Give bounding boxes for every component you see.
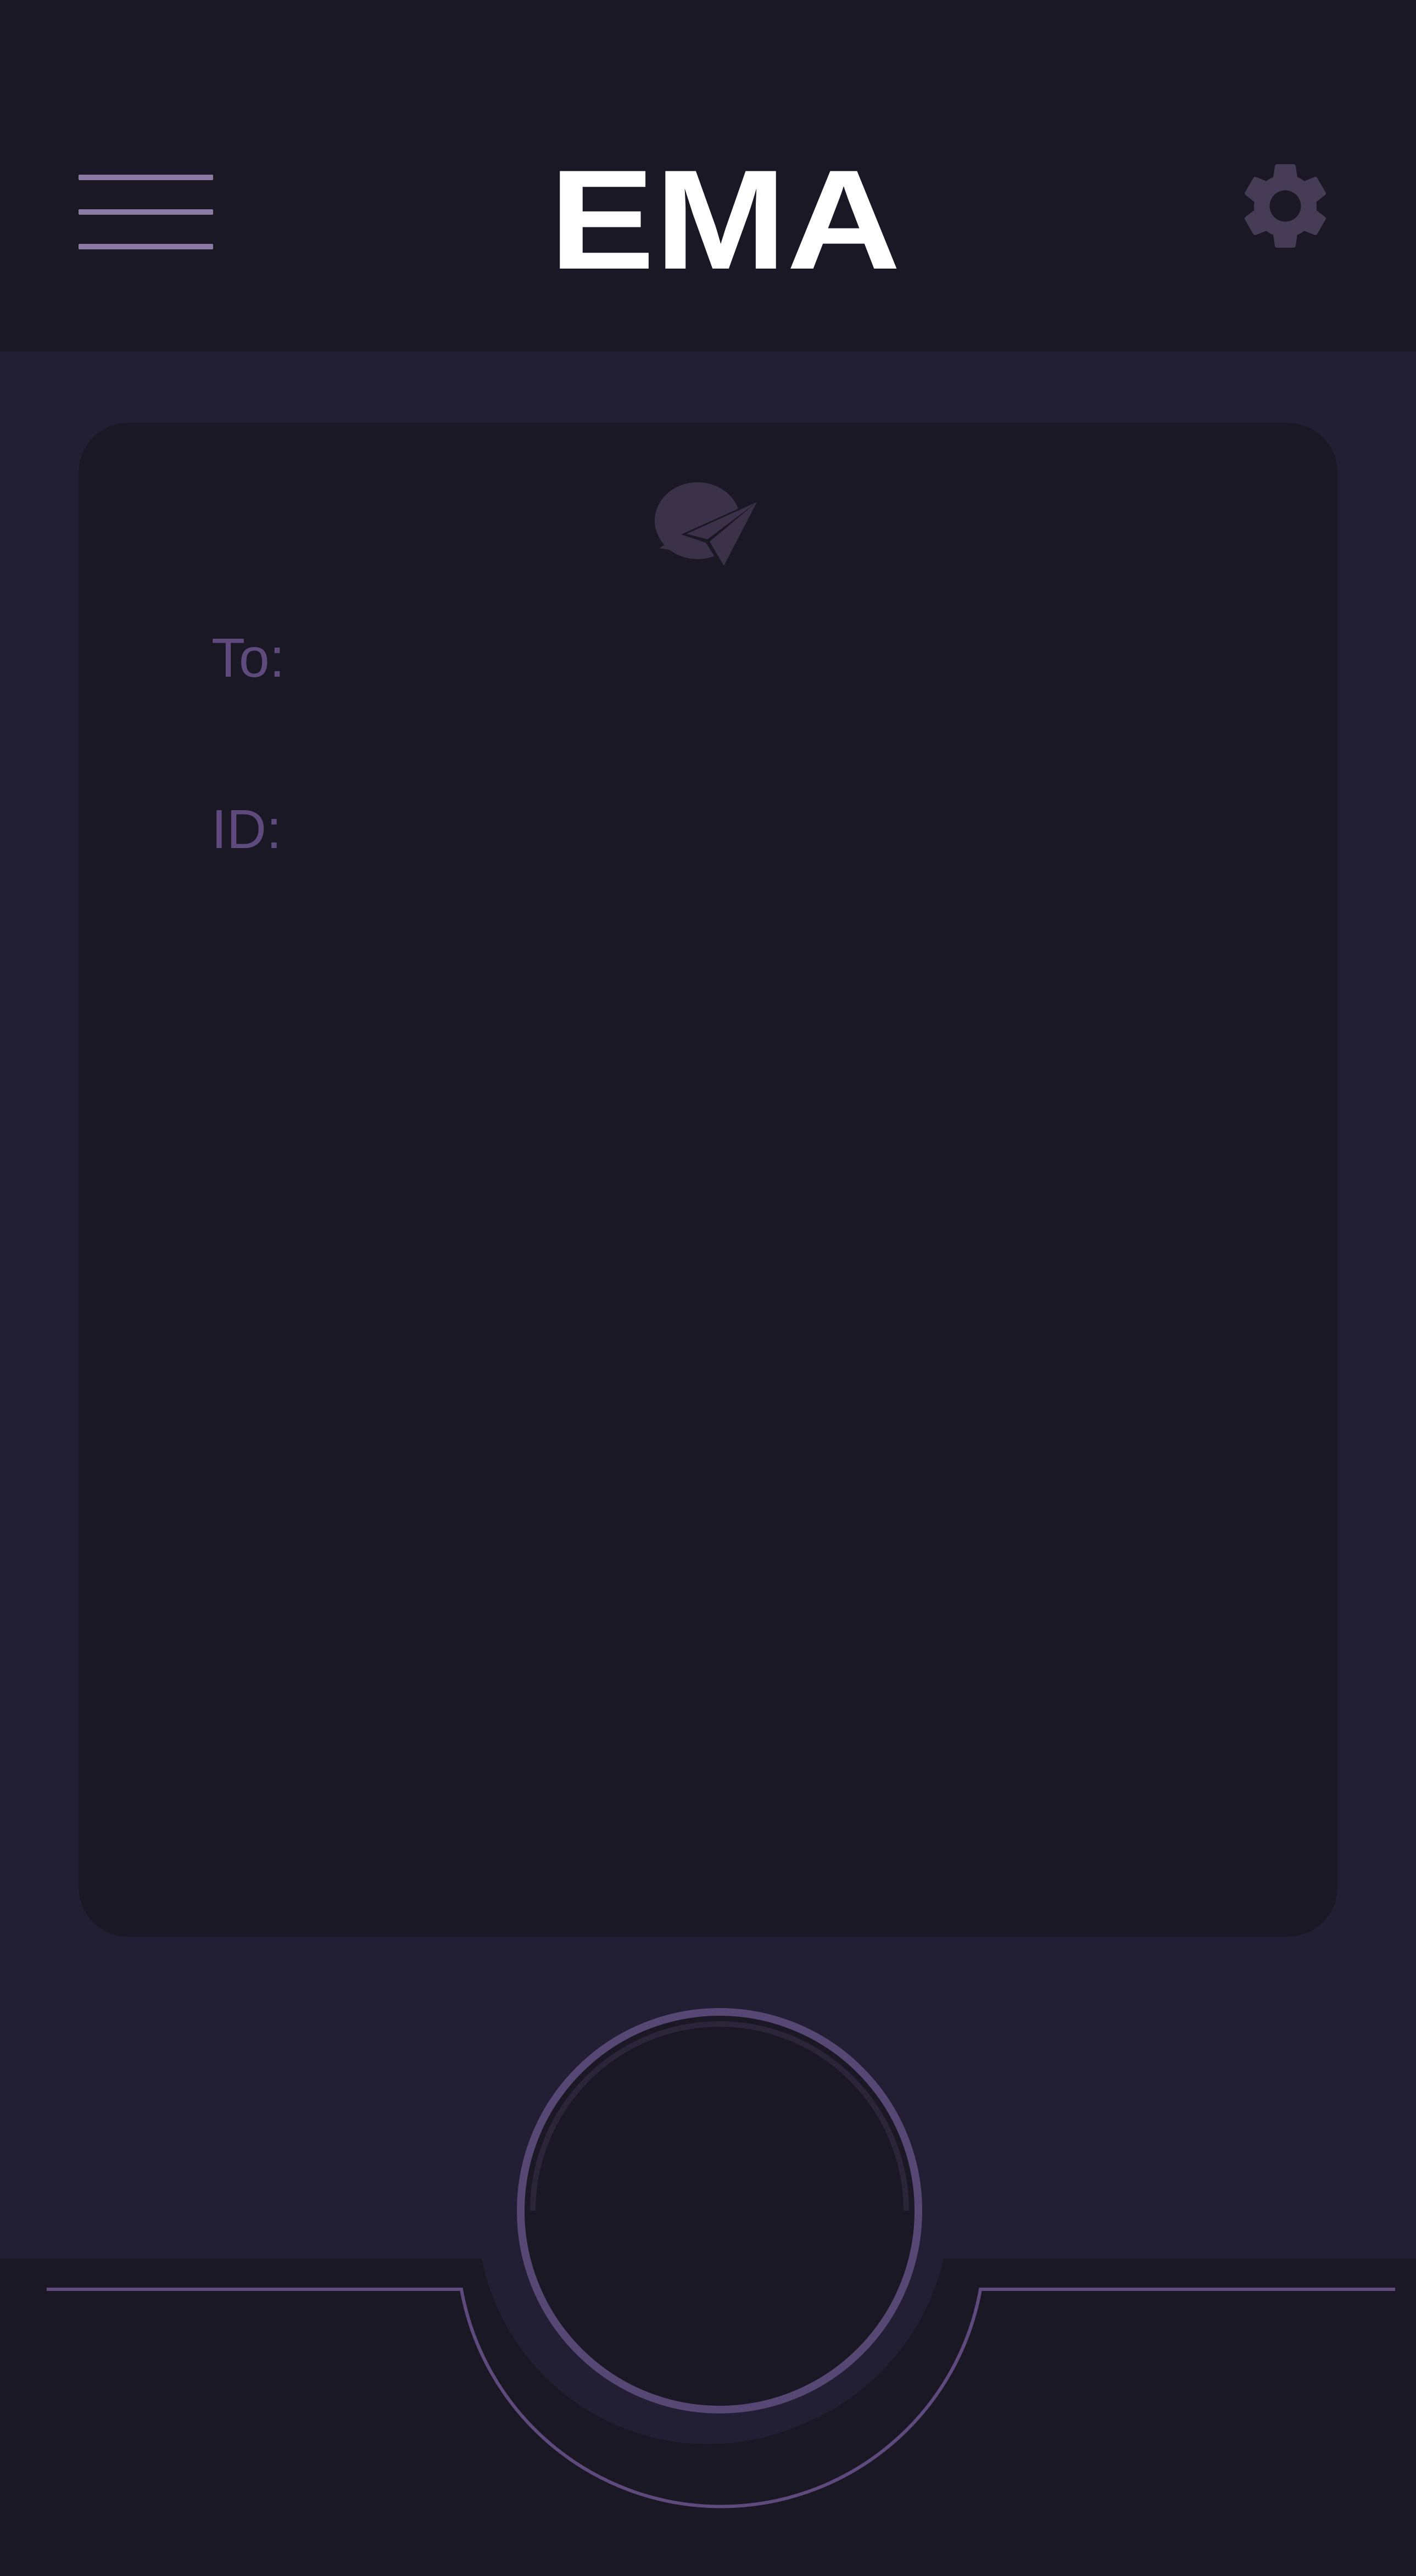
hamburger-menu-icon[interactable] bbox=[79, 175, 213, 249]
to-label: To: bbox=[211, 627, 285, 689]
top-bar: EMA bbox=[0, 0, 1416, 352]
id-label: ID: bbox=[211, 799, 282, 860]
gear-icon[interactable] bbox=[1233, 154, 1337, 258]
circle-record-button[interactable] bbox=[516, 2008, 923, 2414]
send-message-icon bbox=[655, 482, 761, 573]
logo-text: EMA bbox=[549, 161, 901, 271]
ema-logo: EMA bbox=[549, 161, 901, 271]
to-input[interactable] bbox=[319, 623, 1266, 690]
app-screen: EMA To: ID: bbox=[0, 0, 1416, 2576]
id-input[interactable] bbox=[319, 795, 1266, 862]
